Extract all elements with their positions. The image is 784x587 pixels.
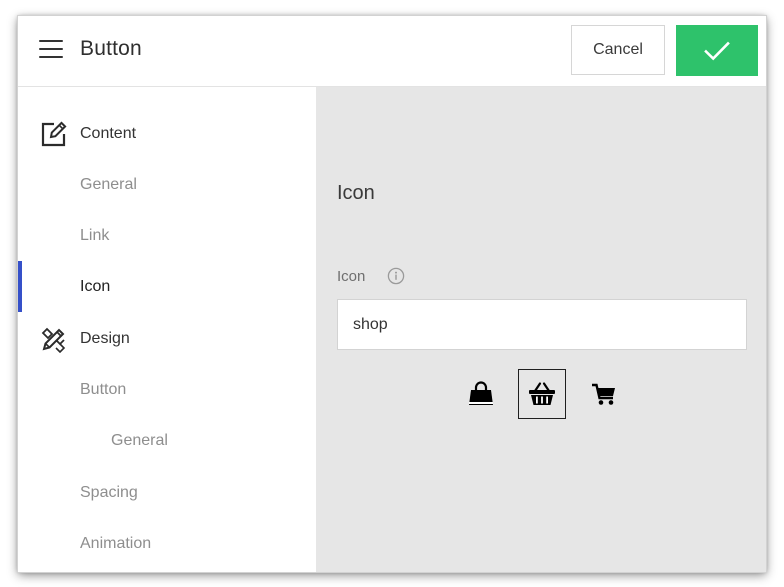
sidebar-item-label: Spacing [80,483,138,501]
info-icon[interactable] [387,267,405,285]
icon-search-input[interactable] [337,299,747,350]
dialog-header: Button Cancel [18,16,766,87]
shopping-bag-icon [469,381,493,405]
sidebar-item-label: Design [80,329,130,347]
shopping-basket-icon [529,382,555,405]
design-tools-icon [41,327,66,353]
sidebar-item-button[interactable]: Button [18,364,316,415]
main-panel: Icon Icon [316,87,766,572]
cancel-button[interactable]: Cancel [571,25,665,75]
sidebar-item-content[interactable]: Content [18,108,316,159]
sidebar-item-label: Button [80,380,127,398]
section-title: Icon [337,182,375,204]
shopping-cart-icon [592,383,615,405]
dialog-title: Button [80,37,142,60]
sidebar-item-design[interactable]: Design [18,313,316,364]
icon-field-label: Icon [337,268,366,285]
icon-option-shopping-basket[interactable] [518,369,566,419]
edit-icon [41,121,67,147]
sidebar-item-animation[interactable]: Animation [18,518,316,569]
sidebar-item-label: General [80,175,137,193]
icon-option-shopping-cart[interactable] [580,369,628,419]
check-icon [704,41,730,60]
dialog: Button Cancel Content General Link Icon [18,16,766,572]
menu-icon[interactable] [39,40,63,58]
sidebar-item-general[interactable]: General [18,159,316,210]
sidebar-item-label: Link [80,226,110,244]
sidebar-item-icon[interactable]: Icon [18,261,316,312]
sidebar-item-label: Content [80,124,137,142]
confirm-button[interactable] [676,25,758,76]
sidebar-item-spacing[interactable]: Spacing [18,467,316,518]
sidebar-item-label: Animation [80,534,152,552]
sidebar-item-label: General [111,431,168,449]
sidebar-item-link[interactable]: Link [18,210,316,261]
sidebar-item-label: Icon [80,277,111,295]
icon-option-shopping-bag[interactable] [457,369,505,419]
sidebar: Content General Link Icon Design Button [18,87,316,572]
sidebar-item-button-general[interactable]: General [18,415,316,466]
